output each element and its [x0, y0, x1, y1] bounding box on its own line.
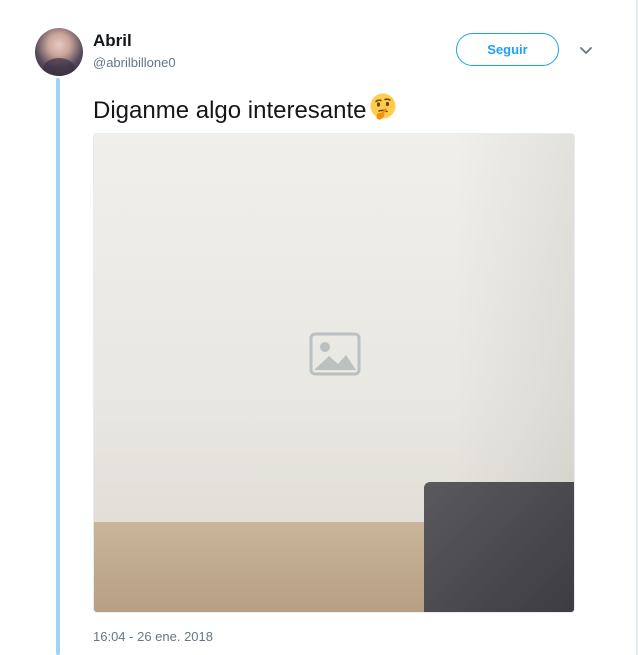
author-handle[interactable]: @abrilbillone0 [93, 55, 176, 70]
media-furniture [424, 482, 574, 612]
thread-connector-line [56, 78, 60, 655]
avatar[interactable] [35, 28, 83, 76]
thinking-face-emoji [370, 93, 396, 120]
tweet-text-container: Diganme algo interesante [93, 92, 398, 125]
tweet-timestamp[interactable]: 16:04 - 26 ene. 2018 [93, 629, 213, 644]
image-icon [309, 332, 361, 376]
author-name[interactable]: Abril [93, 31, 132, 51]
tweet-media-image[interactable] [93, 133, 575, 613]
avatar-shading [43, 58, 75, 76]
follow-button[interactable]: Seguir [456, 33, 559, 66]
tweet-card: Abril @abrilbillone0 Seguir Diganme algo… [0, 0, 638, 655]
tweet-text: Diganme algo interesante [93, 97, 367, 124]
chevron-down-icon[interactable] [576, 42, 596, 58]
